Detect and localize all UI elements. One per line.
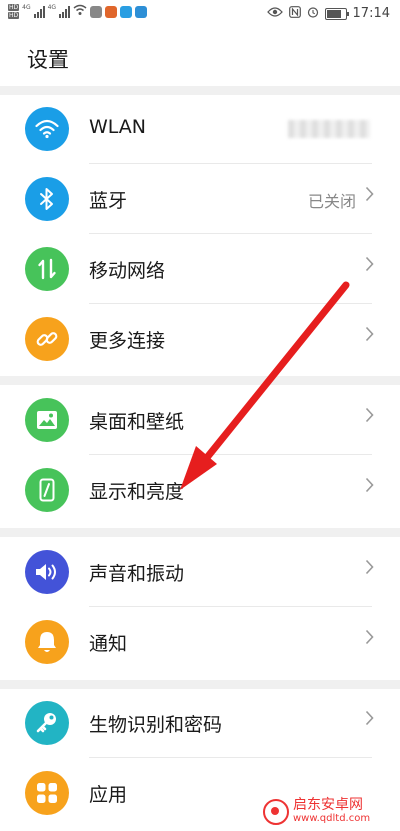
section-divider xyxy=(0,528,400,537)
image-icon xyxy=(25,398,69,442)
settings-item-bluetooth[interactable]: 蓝牙 已关闭 xyxy=(0,164,400,234)
notification-app-icon xyxy=(135,5,148,18)
status-left: HD HD 4G 4G xyxy=(8,4,148,19)
settings-item-display-brightness[interactable]: 显示和亮度 xyxy=(0,455,400,525)
settings-item-more-connections[interactable]: 更多连接 xyxy=(0,304,400,374)
notification-app-icon xyxy=(105,5,118,18)
settings-item-label: 应用 xyxy=(89,784,128,806)
watermark: 启东安卓网 www.qdltd.com xyxy=(263,795,395,829)
hd-badge: HD xyxy=(8,4,20,11)
notification-app-icon xyxy=(90,5,103,18)
signal-icon xyxy=(59,5,71,18)
settings-item-label: 声音和振动 xyxy=(89,563,185,585)
settings-item-label: 显示和亮度 xyxy=(89,481,185,503)
chevron-right-icon xyxy=(365,256,374,276)
eye-icon xyxy=(266,6,283,21)
status-right: 17:14 xyxy=(266,6,390,21)
link-icon xyxy=(25,317,69,361)
wifi-status-icon xyxy=(73,4,87,19)
speaker-icon xyxy=(25,550,69,594)
settings-item-mobile-network[interactable]: 移动网络 xyxy=(0,234,400,304)
settings-item-label: 移动网络 xyxy=(89,260,166,282)
settings-item-label: 通知 xyxy=(89,633,128,655)
chevron-right-icon xyxy=(365,477,374,497)
wifi-icon xyxy=(25,107,69,151)
alarm-icon xyxy=(307,6,319,21)
watermark-logo-icon xyxy=(263,799,289,825)
watermark-url: www.qdltd.com xyxy=(293,813,371,824)
key-icon xyxy=(25,701,69,745)
settings-item-label: 更多连接 xyxy=(89,330,166,352)
apps-grid-icon xyxy=(25,771,69,815)
nfc-icon xyxy=(288,6,301,21)
page-title: 设置 xyxy=(27,48,69,72)
section-divider xyxy=(0,376,400,385)
redacted-network-name xyxy=(288,120,370,138)
bluetooth-icon xyxy=(25,177,69,221)
display-icon xyxy=(25,468,69,512)
network-gen-label: 4G xyxy=(47,4,57,11)
chevron-right-icon xyxy=(365,710,374,730)
chevron-right-icon xyxy=(365,186,374,206)
settings-item-sound-vibration[interactable]: 声音和振动 xyxy=(0,537,400,607)
settings-item-label: 生物识别和密码 xyxy=(89,714,223,736)
bell-icon xyxy=(25,620,69,664)
chevron-right-icon xyxy=(365,407,374,427)
network-gen-label: 4G xyxy=(22,4,31,11)
mobile-data-icon xyxy=(25,247,69,291)
status-bar: HD HD 4G 4G 17:14 xyxy=(0,0,400,30)
hd-badge: HD xyxy=(8,12,20,19)
settings-item-label: 蓝牙 xyxy=(89,190,128,212)
signal-icon xyxy=(33,5,45,18)
watermark-title: 启东安卓网 xyxy=(293,797,363,813)
settings-item-label: 桌面和壁纸 xyxy=(89,411,185,433)
battery-icon xyxy=(324,7,349,20)
settings-item-wlan[interactable]: WLAN xyxy=(0,94,400,164)
settings-item-biometrics-password[interactable]: 生物识别和密码 xyxy=(0,688,400,758)
status-time: 17:14 xyxy=(352,6,390,21)
chevron-right-icon xyxy=(365,559,374,579)
chevron-right-icon xyxy=(365,629,374,649)
bluetooth-status-value: 已关闭 xyxy=(307,192,356,211)
settings-item-notifications[interactable]: 通知 xyxy=(0,607,400,677)
settings-item-home-wallpaper[interactable]: 桌面和壁纸 xyxy=(0,385,400,455)
settings-item-label: WLAN xyxy=(89,116,147,138)
chevron-right-icon xyxy=(365,326,374,346)
notification-app-icon xyxy=(120,5,133,18)
hd-badges: HD HD xyxy=(8,4,20,19)
